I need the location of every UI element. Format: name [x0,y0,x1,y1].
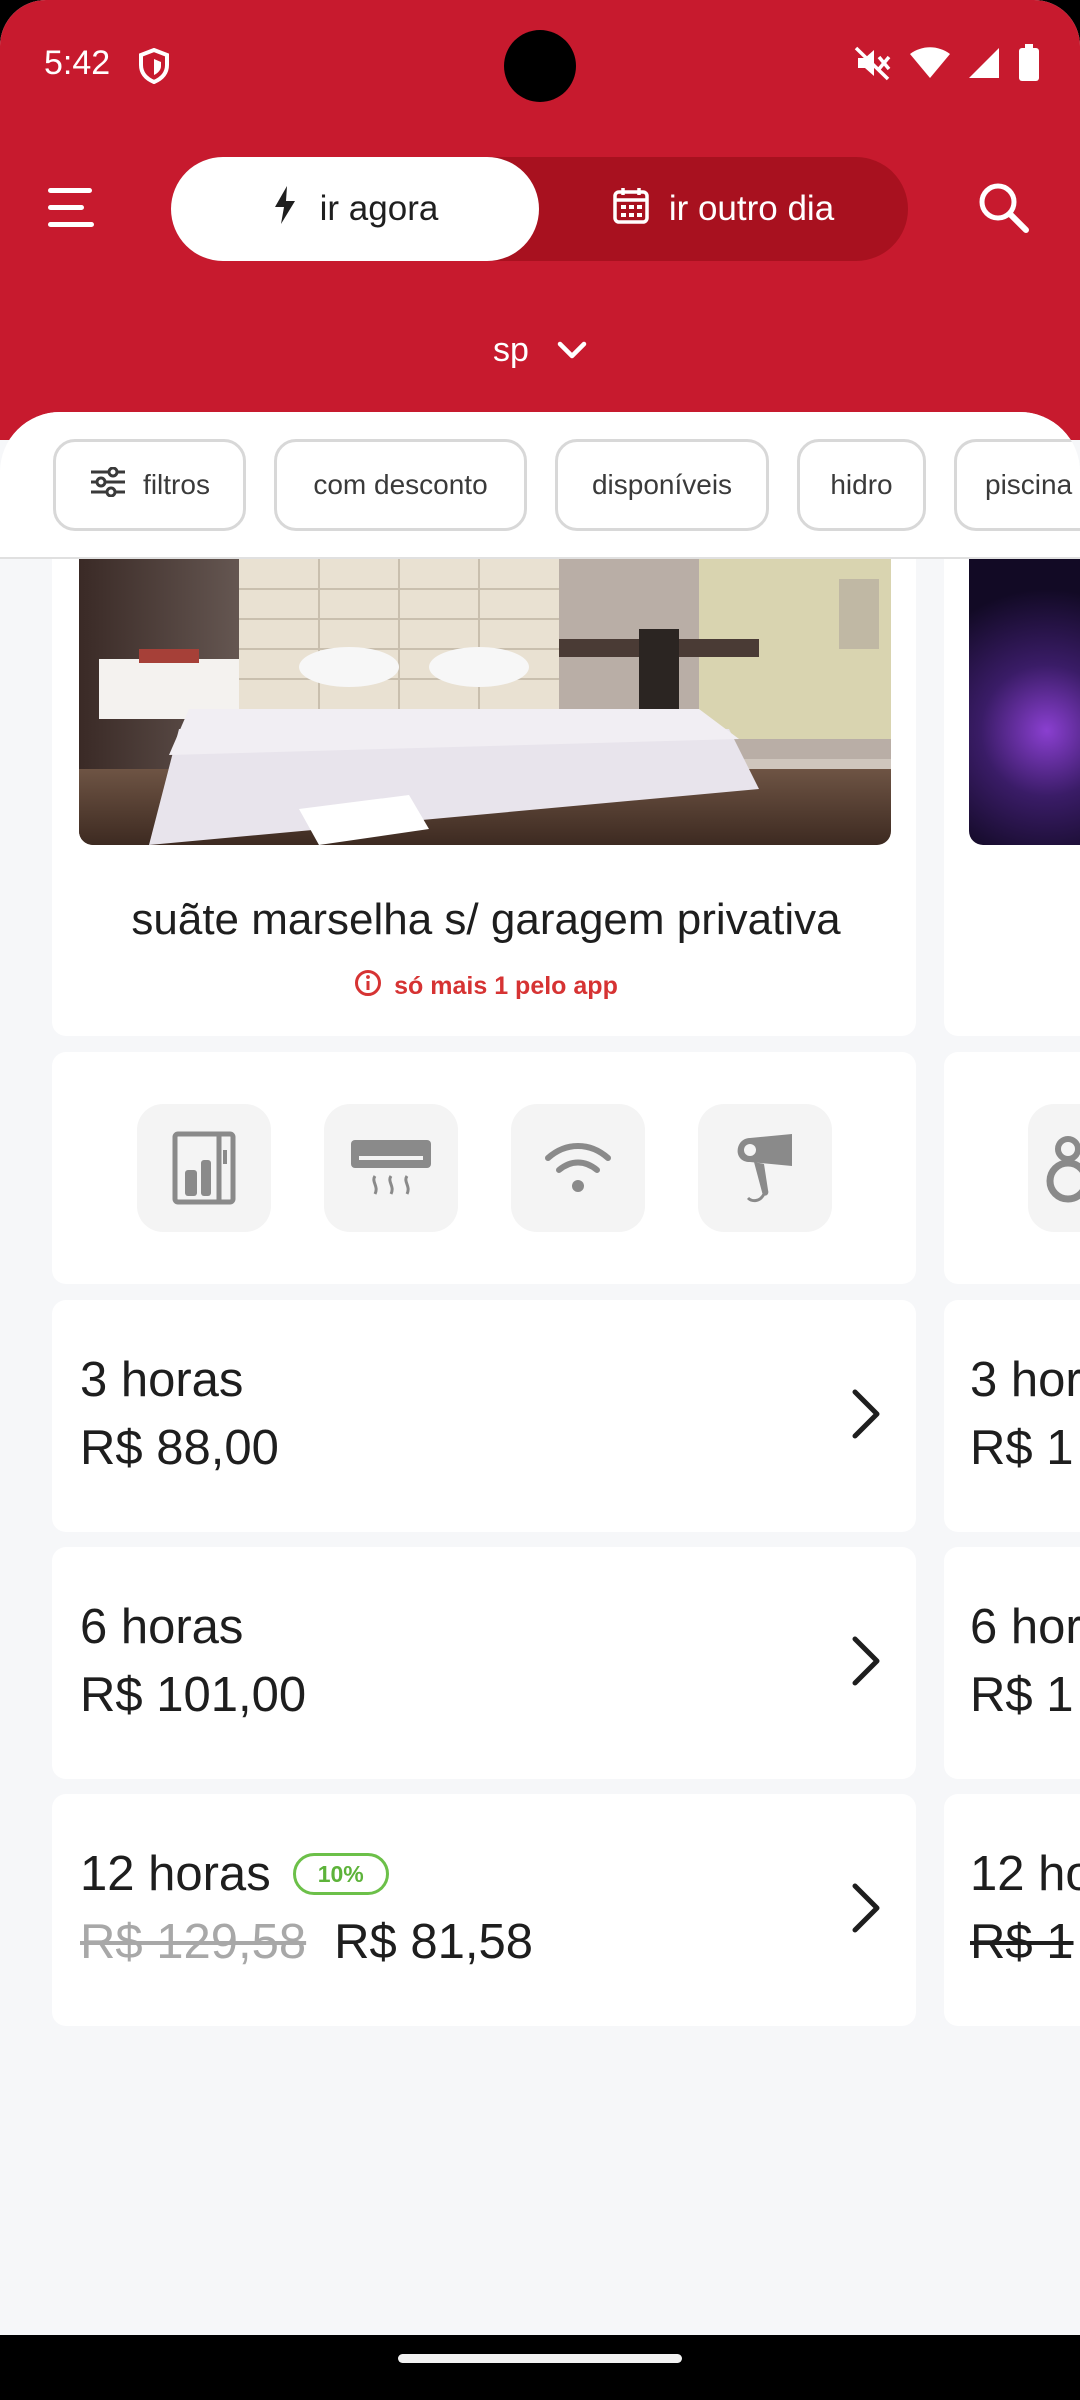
lightning-icon [272,185,298,234]
price-hours-row: 12 horas 10% [80,1846,389,1902]
price-hours: 6 horas [80,1600,244,1654]
price-value: R$ 101,00 [80,1667,306,1723]
chip-label: filtros [143,469,210,500]
next-price-old: R$ 1 [970,1915,1074,1969]
filter-chip-piscina[interactable]: piscina [954,439,1080,531]
camera-cutout [504,30,576,102]
room-photo[interactable] [79,559,891,845]
signal-icon [968,47,1000,84]
results-sheet: suãte marselha s/ garagem privativa só m… [0,412,1080,2335]
price-old: R$ 129,58 [80,1915,307,1969]
status-time: 5:42 [44,44,111,82]
next-amenity-icon [1028,1104,1080,1232]
system-nav-bar [0,2335,1080,2400]
city-label: sp [493,330,529,369]
chevron-right-icon [850,1388,882,1445]
availability-alert: só mais 1 pelo app [52,969,920,1004]
go-other-day-label: ir outro dia [668,189,835,228]
chip-label: disponíveis [591,469,733,500]
price-current: R$ 88,00 [80,1421,279,1475]
next-price-option-1[interactable]: 3 hor R$ 1 [944,1300,1080,1532]
filter-chip-filtros[interactable]: filtros [53,439,246,531]
chevron-down-icon [557,331,587,370]
search-icon[interactable] [976,180,1032,236]
next-price-value: R$ 1 [970,1668,1074,1722]
availability-alert-text: só mais 1 pelo app [394,972,618,1000]
filter-chip-com-desconto[interactable]: com desconto [274,439,527,531]
mute-icon [854,45,892,86]
chip-label: com desconto [313,469,488,500]
info-icon [354,969,382,1004]
price-value: R$ 129,58 R$ 81,58 [80,1914,533,1970]
price-option-3h[interactable]: 3 horas R$ 88,00 [52,1300,916,1532]
mode-toggle: ir agora ir outro dia [171,157,908,261]
next-price-hours: 12 ho [970,1847,1080,1901]
shield-icon [138,47,170,89]
status-icons [854,44,1040,87]
price-current: R$ 101,00 [80,1668,307,1722]
next-room-photo[interactable] [969,559,1080,845]
price-option-12h[interactable]: 12 horas 10% R$ 129,58 R$ 81,58 [52,1794,916,2026]
price-option-6h[interactable]: 6 horas R$ 101,00 [52,1547,916,1779]
chevron-right-icon [850,1635,882,1692]
filter-chip-hidro[interactable]: hidro [797,439,926,531]
wifi-icon [910,47,950,84]
app-screen: 5:42 ir agora ir outro dia sp suãte mars… [0,0,1080,2335]
go-other-day-button[interactable]: ir outro dia [539,157,908,261]
go-now-button[interactable]: ir agora [171,157,539,261]
price-hours: 3 horas [80,1353,244,1407]
room-name: suãte marselha s/ garagem privativa [131,895,841,944]
air-conditioner-icon [324,1104,458,1232]
calendar-icon [613,186,649,233]
hair-dryer-icon [698,1104,832,1232]
sliders-icon [89,466,127,504]
go-now-label: ir agora [319,189,439,228]
next-price-value: R$ 1 [970,1421,1074,1475]
filter-chip-disponiveis[interactable]: disponíveis [555,439,769,531]
next-price-hours: 3 hor [970,1353,1080,1407]
chevron-right-icon [850,1882,882,1939]
discount-badge: 10% [292,1853,389,1895]
minibar-fridge-icon [137,1104,271,1232]
city-selector[interactable]: sp [0,318,1080,382]
price-current: R$ 81,58 [334,1915,533,1969]
hamburger-menu-icon[interactable] [48,186,100,230]
price-value: R$ 88,00 [80,1420,279,1476]
wifi-icon [511,1104,645,1232]
next-price-option-3[interactable]: 12 ho R$ 1 [944,1794,1080,2026]
header: 5:42 ir agora ir outro dia sp [0,0,1080,440]
battery-icon [1018,44,1040,87]
filter-chips-bar: filtros com desconto disponíveis hidro p… [0,412,1080,559]
home-indicator[interactable] [398,2354,682,2363]
chip-label: piscina [985,469,1073,500]
chip-label: hidro [830,469,893,500]
next-price-option-2[interactable]: 6 hor R$ 1 [944,1547,1080,1779]
next-price-hours: 6 hor [970,1600,1080,1654]
price-hours: 12 horas [80,1847,271,1901]
